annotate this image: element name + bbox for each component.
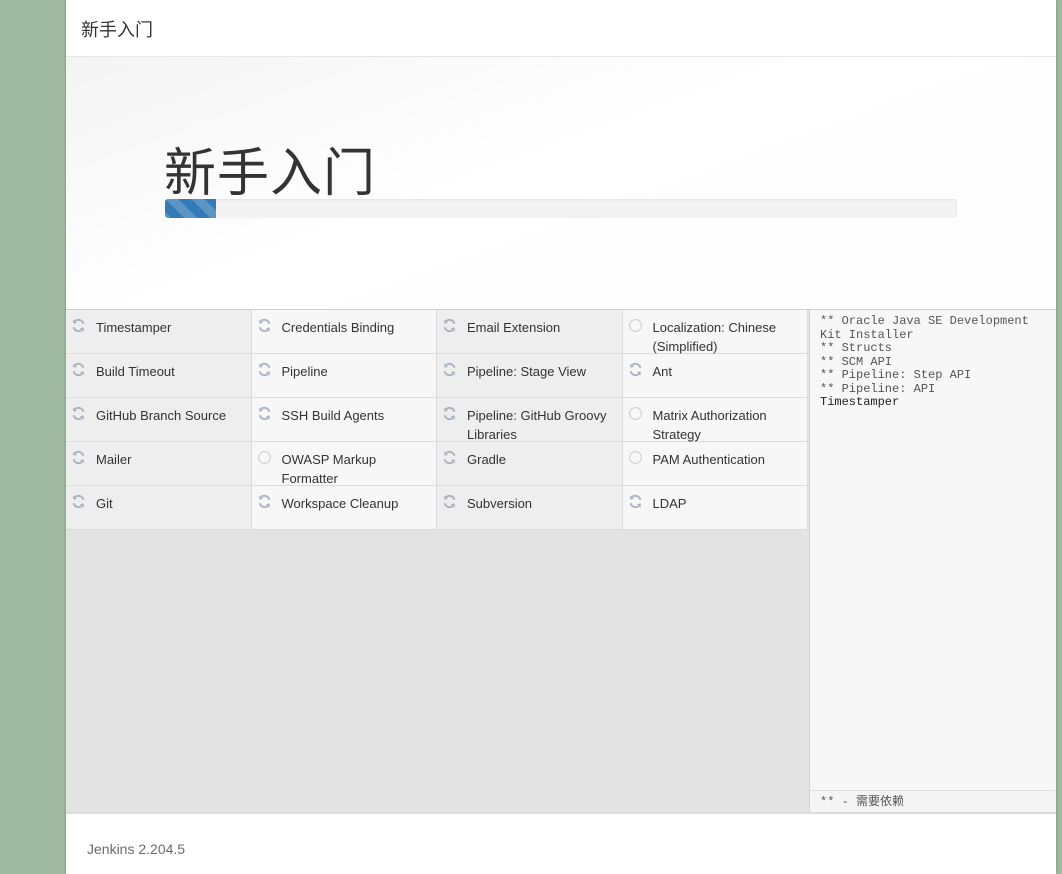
plugin-name: SSH Build Agents — [281, 408, 385, 423]
install-progress-bar — [165, 199, 957, 218]
refresh-icon — [257, 494, 272, 509]
plugin-name: Localization: Chinese (Simplified) — [652, 320, 777, 354]
plugin-name: Build Timeout — [96, 364, 175, 379]
refresh-icon — [257, 318, 272, 333]
plugin-name: Pipeline: Stage View — [467, 364, 587, 379]
plugin-item: Build Timeout — [66, 354, 252, 398]
plugin-name: PAM Authentication — [652, 452, 766, 467]
plugin-list-area: Timestamper Credentials Binding Email Exte… — [66, 309, 809, 813]
plugin-item: Pipeline: GitHub Groovy Libraries — [437, 398, 623, 442]
install-log-panel: ** Oracle Java SE Development Kit Instal… — [809, 309, 1056, 812]
log-legend: ** - 需要依赖 — [810, 790, 1055, 812]
plugin-item: Timestamper — [66, 310, 252, 354]
plugin-name: Gradle — [467, 452, 507, 467]
refresh-icon — [71, 406, 86, 421]
log-line: ** Pipeline: API — [820, 381, 936, 396]
wizard-footer: Jenkins 2.204.5 — [66, 812, 1056, 874]
refresh-icon — [628, 362, 643, 377]
refresh-icon — [71, 318, 86, 333]
plugin-name: Mailer — [96, 452, 132, 467]
plugin-name: Git — [96, 496, 113, 511]
log-line: ** Oracle Java SE Development Kit Instal… — [820, 314, 1037, 342]
refresh-icon — [442, 362, 457, 377]
plugin-item: Pipeline: Stage View — [437, 354, 623, 398]
plugin-item: Credentials Binding — [251, 310, 437, 354]
circle-icon — [628, 318, 643, 333]
refresh-icon — [71, 494, 86, 509]
setup-wizard-panel: 新手入门 新手入门 Timestamper Credentials Binding… — [66, 0, 1056, 874]
circle-icon — [628, 406, 643, 421]
refresh-icon — [442, 406, 457, 421]
plugin-name: Credentials Binding — [281, 320, 395, 335]
plugin-item: Email Extension — [437, 310, 623, 354]
plugin-item: SSH Build Agents — [251, 398, 437, 442]
log-line: ** Structs — [820, 341, 893, 355]
page-title: 新手入门 — [164, 145, 377, 203]
plugin-item: Workspace Cleanup — [251, 486, 437, 530]
plugin-name: LDAP — [652, 496, 687, 511]
plugin-item: OWASP Markup Formatter — [251, 442, 437, 486]
plugin-name: Ant — [652, 364, 673, 379]
hero-section: 新手入门 — [66, 57, 1056, 308]
header-title: 新手入门 — [81, 20, 153, 40]
plugin-item: Localization: Chinese (Simplified) — [622, 310, 808, 354]
plugin-item: Pipeline — [251, 354, 437, 398]
plugin-item: Gradle — [437, 442, 623, 486]
jenkins-version: Jenkins 2.204.5 — [87, 841, 186, 857]
plugin-name: Email Extension — [467, 320, 561, 335]
plugin-name: Matrix Authorization Strategy — [652, 408, 767, 442]
plugin-item: Ant — [622, 354, 808, 398]
plugin-name: OWASP Markup Formatter — [281, 452, 377, 486]
plugin-item: Git — [66, 486, 252, 530]
plugin-item: GitHub Branch Source — [66, 398, 252, 442]
install-log: ** Oracle Java SE Development Kit Instal… — [820, 314, 1050, 410]
plugin-name: GitHub Branch Source — [96, 408, 227, 423]
circle-icon — [628, 450, 643, 465]
refresh-icon — [628, 494, 643, 509]
plugin-item: PAM Authentication — [622, 442, 808, 486]
refresh-icon — [71, 450, 86, 465]
log-line: ** SCM API — [820, 354, 893, 369]
install-progress-fill — [165, 199, 217, 218]
plugin-item: Mailer — [66, 442, 252, 486]
plugin-name: Subversion — [467, 496, 533, 511]
plugin-name: Timestamper — [96, 320, 172, 335]
wizard-header: 新手入门 — [66, 0, 1056, 57]
plugin-grid: Timestamper Credentials Binding Email Exte… — [66, 310, 808, 530]
refresh-icon — [71, 362, 86, 377]
log-current-line: Timestamper — [820, 395, 900, 409]
log-line: ** Pipeline: Step API — [820, 368, 972, 382]
refresh-icon — [442, 494, 457, 509]
refresh-icon — [442, 318, 457, 333]
plugin-name: Workspace Cleanup — [281, 496, 399, 511]
plugin-item: LDAP — [622, 486, 808, 530]
plugin-name: Pipeline — [281, 364, 328, 379]
refresh-icon — [257, 362, 272, 377]
circle-icon — [257, 450, 272, 465]
plugin-item: Matrix Authorization Strategy — [622, 398, 808, 442]
plugin-name: Pipeline: GitHub Groovy Libraries — [467, 408, 607, 442]
refresh-icon — [257, 406, 272, 421]
plugin-item: Subversion — [437, 486, 623, 530]
refresh-icon — [442, 450, 457, 465]
